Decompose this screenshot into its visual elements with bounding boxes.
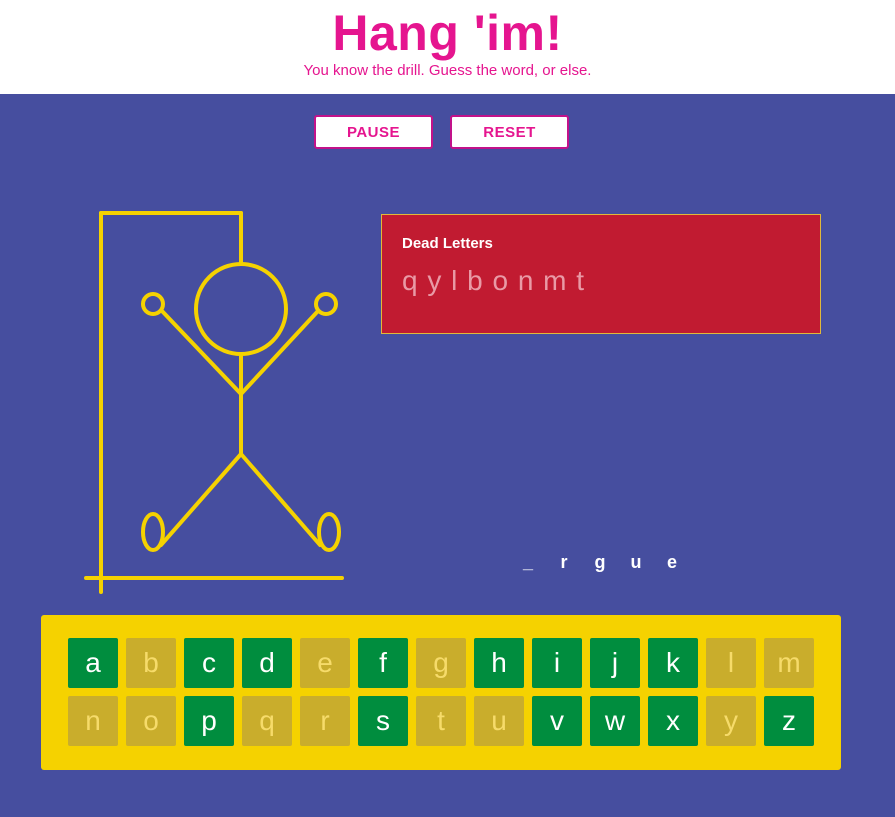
- word-letter: u: [630, 552, 642, 572]
- key-a[interactable]: a: [68, 638, 118, 688]
- hangman-drawing: [84, 211, 344, 594]
- hangman-head: [194, 262, 288, 356]
- key-k[interactable]: k: [648, 638, 698, 688]
- key-b[interactable]: b: [126, 638, 176, 688]
- key-n[interactable]: n: [68, 696, 118, 746]
- key-q[interactable]: q: [242, 696, 292, 746]
- word-letter: r: [560, 552, 568, 572]
- key-r[interactable]: r: [300, 696, 350, 746]
- key-m[interactable]: m: [764, 638, 814, 688]
- key-t[interactable]: t: [416, 696, 466, 746]
- word-letter: g: [594, 552, 606, 572]
- dead-letters-title: Dead Letters: [402, 235, 493, 252]
- key-y[interactable]: y: [706, 696, 756, 746]
- hangman-left-hand: [141, 292, 165, 316]
- hangman-left-foot: [141, 512, 165, 552]
- key-z[interactable]: z: [764, 696, 814, 746]
- key-e[interactable]: e: [300, 638, 350, 688]
- hangman-right-foot: [317, 512, 341, 552]
- word-letter: _: [522, 552, 533, 572]
- key-w[interactable]: w: [590, 696, 640, 746]
- game-area: PAUSE RESET Dead Letters q y l b o n m t…: [0, 94, 895, 817]
- key-g[interactable]: g: [416, 638, 466, 688]
- key-p[interactable]: p: [184, 696, 234, 746]
- hangman-right-leg: [239, 452, 322, 547]
- hangman-right-hand: [314, 292, 338, 316]
- key-l[interactable]: l: [706, 638, 756, 688]
- header: Hang 'im! You know the drill. Guess the …: [0, 0, 895, 94]
- key-u[interactable]: u: [474, 696, 524, 746]
- key-h[interactable]: h: [474, 638, 524, 688]
- key-i[interactable]: i: [532, 638, 582, 688]
- dead-letters-panel: Dead Letters q y l b o n m t: [381, 214, 821, 334]
- key-o[interactable]: o: [126, 696, 176, 746]
- key-d[interactable]: d: [242, 638, 292, 688]
- key-j[interactable]: j: [590, 638, 640, 688]
- word-display: _ r g u e: [510, 552, 690, 573]
- key-f[interactable]: f: [358, 638, 408, 688]
- hangman-left-leg: [159, 452, 243, 547]
- page-title: Hang 'im!: [332, 5, 563, 61]
- word-letter: e: [666, 552, 677, 572]
- letter-keyboard: abcdefghijklm nopqrstuvwxyz: [41, 615, 841, 770]
- reset-button[interactable]: RESET: [450, 115, 569, 149]
- key-v[interactable]: v: [532, 696, 582, 746]
- pause-button[interactable]: PAUSE: [314, 115, 433, 149]
- key-x[interactable]: x: [648, 696, 698, 746]
- page-subtitle: You know the drill. Guess the word, or e…: [303, 62, 592, 79]
- key-c[interactable]: c: [184, 638, 234, 688]
- dead-letters-list: q y l b o n m t: [402, 265, 586, 296]
- key-s[interactable]: s: [358, 696, 408, 746]
